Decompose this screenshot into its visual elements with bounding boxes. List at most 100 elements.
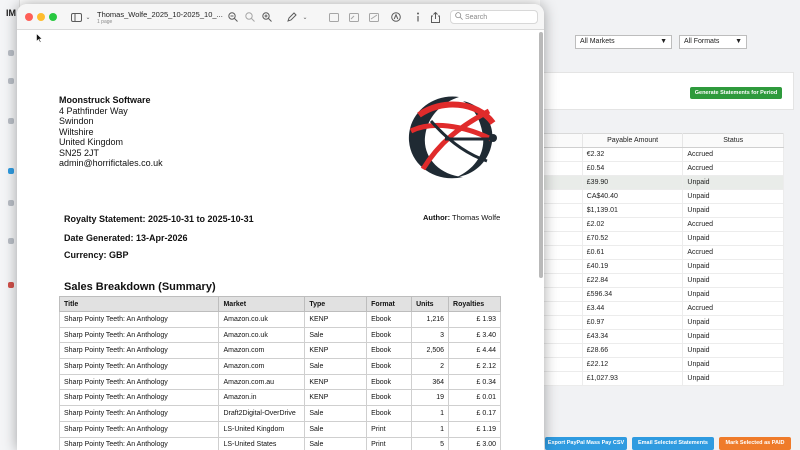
company-logo (401, 91, 501, 183)
email-statements-button[interactable]: Email Selected Statements (632, 437, 714, 450)
table-row[interactable]: £596.34 Unpaid (540, 287, 784, 302)
sidebar-nav-icon[interactable] (8, 168, 14, 174)
type-cell: Sale (304, 326, 368, 344)
row-cell-hidden (540, 203, 583, 218)
sign-icon[interactable] (367, 9, 381, 25)
highlight-icon[interactable] (389, 9, 403, 25)
market-select[interactable]: All Markets ▼ (575, 35, 672, 49)
row-cell-hidden (540, 245, 583, 260)
payable-amount-cell: CA$40.40 (582, 189, 684, 204)
row-cell-hidden (540, 217, 583, 232)
rotate-icon[interactable] (327, 9, 341, 25)
column-header-royalties: Royalties (448, 296, 501, 312)
sidebar-nav-icon[interactable] (8, 200, 14, 206)
status-cell: Unpaid (682, 175, 784, 190)
search-field[interactable]: Search (450, 10, 538, 24)
sales-row: Sharp Pointy Teeth: An Anthology Amazon.i… (58, 389, 501, 407)
royalties-cell: £ 0.17 (448, 405, 501, 422)
table-row[interactable]: £28.66 Unpaid (540, 343, 784, 358)
address-street: 4 Pathfinder Way (59, 105, 128, 116)
column-header-payable-amount[interactable]: Payable Amount (582, 133, 684, 148)
column-header-units: Units (411, 296, 450, 312)
payable-amount-cell: £70.52 (582, 231, 684, 246)
sales-header-row: Title Market Type Format Units Royalties (58, 296, 501, 312)
format-cell: Ebook (366, 342, 413, 360)
title-cell: Sharp Pointy Teeth: An Anthology (58, 405, 220, 422)
table-row[interactable]: £43.34 Unpaid (540, 329, 784, 344)
sales-row: Sharp Pointy Teeth: An Anthology Amazon.c… (58, 342, 501, 360)
generate-statements-button[interactable]: Generate Statements for Period (690, 87, 782, 99)
chevron-down-icon: ▼ (660, 38, 667, 45)
market-cell: Amazon.com (218, 342, 306, 360)
info-icon[interactable] (413, 9, 423, 25)
royalties-cell: £ 3.00 (448, 436, 501, 450)
table-row[interactable]: £22.12 Unpaid (540, 357, 784, 372)
payable-amount-cell: £0.54 (582, 161, 684, 176)
payable-amount-cell: £596.34 (582, 287, 684, 302)
company-name: Moonstruck Software (59, 95, 151, 105)
minimize-button[interactable] (37, 13, 45, 21)
sidebar-nav-icon[interactable] (8, 50, 14, 56)
sidebar-nav-icon[interactable] (8, 238, 14, 244)
status-cell: Accrued (682, 245, 784, 260)
sales-breakdown-table: Title Market Type Format Units Royalties… (58, 296, 501, 450)
table-row[interactable]: $1,139.01 Unpaid (540, 203, 784, 218)
units-cell: 5 (411, 436, 450, 450)
table-row[interactable]: £70.52 Unpaid (540, 231, 784, 246)
vertical-scrollbar[interactable] (539, 32, 543, 278)
units-cell: 3 (411, 326, 450, 344)
table-row[interactable]: £1,027.93 Unpaid (540, 371, 784, 386)
table-row[interactable]: £3.44 Accrued (540, 301, 784, 316)
royalty-statement-period: Royalty Statement: 2025-10-31 to 2025-10… (64, 214, 254, 224)
format-select[interactable]: All Formats ▼ (679, 35, 747, 49)
title-cell: Sharp Pointy Teeth: An Anthology (58, 311, 220, 328)
chevron-down-icon[interactable]: ⌄ (301, 9, 309, 25)
type-cell: Sale (304, 358, 368, 375)
sidebar-nav-icon[interactable] (8, 78, 14, 84)
type-cell: KENP (304, 311, 368, 328)
status-cell: Accrued (682, 301, 784, 316)
status-cell: Unpaid (682, 329, 784, 344)
zoom-in-icon[interactable] (260, 9, 274, 25)
row-cell-hidden (540, 315, 583, 330)
share-icon[interactable] (429, 9, 441, 25)
table-row[interactable]: £2.02 Accrued (540, 217, 784, 232)
payable-amount-cell: £22.12 (582, 357, 684, 372)
app-logo: IM (6, 8, 16, 18)
table-row[interactable]: €2.32 Accrued (540, 147, 784, 162)
zoom-out-icon[interactable] (226, 9, 240, 25)
mark-paid-button[interactable]: Mark Selected as PAID (719, 437, 791, 450)
sidebar-nav-icon[interactable] (8, 282, 14, 288)
payable-amount-cell: £3.44 (582, 301, 684, 316)
table-row[interactable]: £40.19 Unpaid (540, 259, 784, 274)
sales-row: Sharp Pointy Teeth: An Anthology LS-Unite… (58, 436, 501, 450)
payable-amount-cell: €2.32 (582, 147, 684, 162)
table-row[interactable]: £0.54 Accrued (540, 161, 784, 176)
title-cell: Sharp Pointy Teeth: An Anthology (58, 358, 220, 375)
row-cell-hidden (540, 371, 583, 386)
status-cell: Unpaid (682, 357, 784, 372)
author-label: Author: (423, 213, 451, 222)
status-cell: Unpaid (682, 287, 784, 302)
crop-icon[interactable] (347, 9, 361, 25)
table-row[interactable]: £0.61 Accrued (540, 245, 784, 260)
sidebar-nav-icon[interactable] (8, 118, 14, 124)
column-header-status[interactable]: Status (682, 133, 784, 148)
table-row[interactable]: £0.97 Unpaid (540, 315, 784, 330)
table-row[interactable]: £39.90 Unpaid (540, 175, 784, 190)
market-cell: Draft2Digital-OverDrive (218, 405, 306, 422)
zoom-button[interactable] (49, 13, 57, 21)
zoom-fit-icon[interactable] (243, 9, 257, 25)
chevron-down-icon[interactable]: ⌄ (84, 9, 92, 25)
markup-icon[interactable] (285, 9, 299, 25)
export-paypal-button[interactable]: Export PayPal Mass Pay CSV (545, 437, 627, 450)
table-row[interactable]: £22.84 Unpaid (540, 273, 784, 288)
status-cell: Accrued (682, 217, 784, 232)
units-cell: 1,216 (411, 311, 450, 328)
payable-amount-cell: £40.19 (582, 259, 684, 274)
close-button[interactable] (25, 13, 33, 21)
table-row[interactable]: CA$40.40 Unpaid (540, 189, 784, 204)
chevron-down-icon: ▼ (735, 38, 742, 45)
sidebar-icon[interactable] (67, 9, 85, 25)
units-cell: 2,506 (411, 342, 450, 360)
